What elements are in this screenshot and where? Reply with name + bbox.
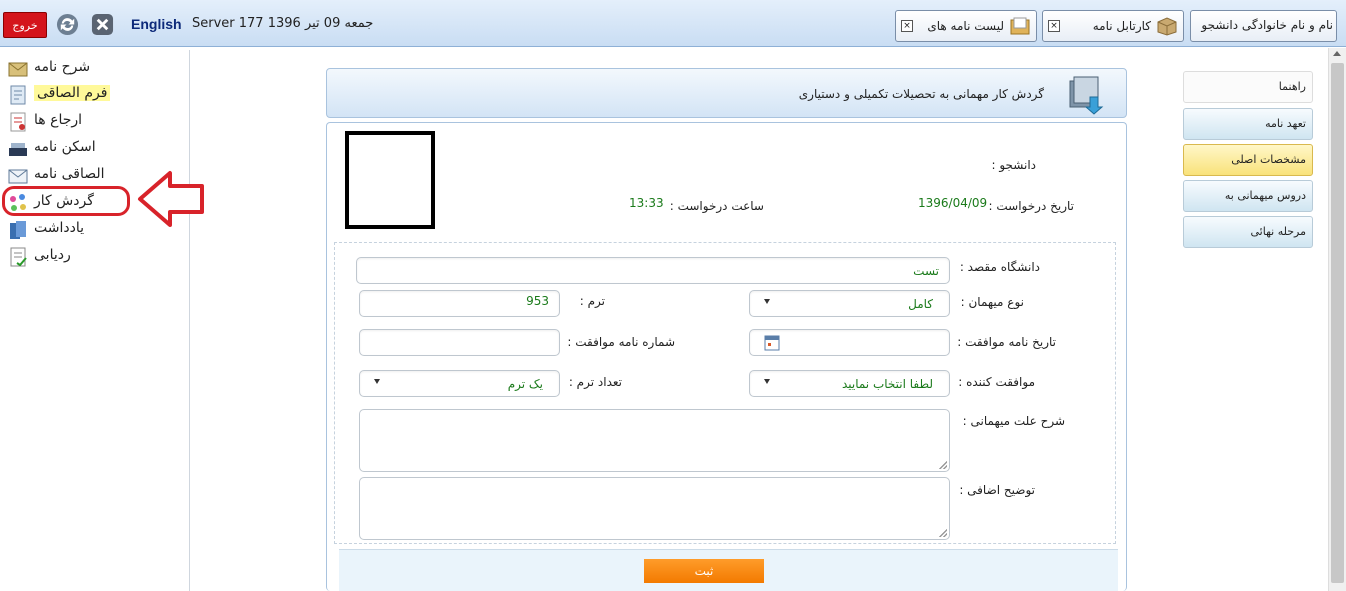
resize-grip-icon[interactable] <box>939 529 947 537</box>
student-label: دانشجو : <box>991 158 1036 172</box>
term-count-label: تعداد ترم : <box>568 375 622 389</box>
folder-icon <box>1010 17 1030 35</box>
envelope-icon <box>8 169 28 184</box>
sidebar-item-scan[interactable]: اسکن نامه <box>6 136 186 160</box>
approver-select[interactable]: لطفا انتخاب نمایید <box>749 370 950 397</box>
term-count-select[interactable]: یک ترم <box>359 370 560 397</box>
notes-icon <box>10 221 26 239</box>
approval-number-input[interactable] <box>359 329 560 356</box>
scanner-icon <box>9 143 27 156</box>
refresh-icon[interactable] <box>56 13 79 36</box>
guest-type-label: نوع میهمان : <box>960 295 1024 309</box>
tab-student-name[interactable]: نام و نام خانوادگی دانشجو <box>1190 10 1337 42</box>
sidebar-item-label: فرم الصاقی <box>34 85 111 101</box>
term-input[interactable]: 953 <box>359 290 560 317</box>
form-icon <box>10 85 26 105</box>
annotation-circle <box>2 186 130 216</box>
term-label: ترم : <box>579 294 605 308</box>
request-date-value: 1396/04/09 <box>918 196 988 210</box>
student-photo <box>345 131 435 229</box>
form-header: گردش کار مهمانی به تحصیلات تکمیلی و دستی… <box>326 68 1127 118</box>
sidebar-item-tracking[interactable]: ردیابی <box>6 244 186 268</box>
scrollbar-thumb[interactable] <box>1331 63 1344 583</box>
sidebar-item-label: شرح نامه <box>34 59 91 75</box>
box-icon <box>1157 17 1177 36</box>
sidebar-item-label: ارجاع ها <box>34 112 83 128</box>
approval-date-input[interactable] <box>749 329 950 356</box>
tab-guest-courses[interactable]: دروس میهمانی به <box>1183 180 1313 212</box>
sidebar-item-label: ردیابی <box>34 247 71 263</box>
tab-close-icon[interactable]: × <box>901 20 913 32</box>
tab-label: لیست نامه های <box>927 19 1004 33</box>
calendar-icon[interactable] <box>764 334 780 351</box>
reason-label: شرح علت میهمانی : <box>962 414 1065 428</box>
tab-letters-list[interactable]: × لیست نامه های <box>895 10 1037 42</box>
tracking-icon <box>10 247 27 267</box>
chevron-down-icon <box>374 379 380 384</box>
tab-main-info[interactable]: مشخصات اصلی <box>1183 144 1313 176</box>
referral-icon <box>10 112 26 132</box>
chevron-down-icon <box>764 299 770 304</box>
sidebar-item-label: یادداشت <box>34 220 84 236</box>
tab-commitment[interactable]: تعهد نامه <box>1183 108 1313 140</box>
tab-label: کارتابل نامه <box>1092 19 1151 33</box>
tab-cartable[interactable]: × کارتابل نامه <box>1042 10 1184 42</box>
letter-icon <box>8 62 28 77</box>
exit-button[interactable]: خروج <box>3 12 47 38</box>
approval-date-label: تاریخ نامه موافقت : <box>957 335 1056 349</box>
request-time-label: ساعت درخواست : <box>669 199 764 213</box>
sidebar-item-letter-desc[interactable]: شرح نامه <box>6 56 186 80</box>
tab-guide[interactable]: راهنما <box>1183 71 1313 103</box>
annotation-arrow-icon <box>138 171 204 227</box>
page-title: گردش کار مهمانی به تحصیلات تکمیلی و دستی… <box>798 87 1044 101</box>
resize-grip-icon[interactable] <box>939 461 947 469</box>
request-date-label: تاریخ درخواست : <box>988 199 1074 213</box>
reason-textarea[interactable] <box>359 409 950 472</box>
sidebar-item-referrals[interactable]: ارجاع ها <box>6 109 186 133</box>
request-time-value: 13:33 <box>629 196 664 210</box>
chevron-down-icon <box>764 379 770 384</box>
approver-label: موافقت کننده : <box>958 375 1035 389</box>
extra-desc-label: توضیح اضافی : <box>959 483 1035 497</box>
dest-university-input[interactable]: تست <box>356 257 950 284</box>
close-icon[interactable] <box>91 13 114 36</box>
sidebar-item-attached-form[interactable]: فرم الصاقی <box>6 82 186 106</box>
workflow-document-icon <box>1069 76 1104 115</box>
guest-type-select[interactable]: کامل <box>749 290 950 317</box>
extra-desc-textarea[interactable] <box>359 477 950 540</box>
tab-close-icon[interactable]: × <box>1048 20 1060 32</box>
approval-number-label: شماره نامه موافقت : <box>567 335 675 349</box>
language-link[interactable]: English <box>131 16 182 32</box>
tab-final-stage[interactable]: مرحله نهائی <box>1183 216 1313 248</box>
sidebar-item-label: الصاقی نامه <box>34 166 105 182</box>
server-date-info: Server 177 1396 جمعه 09 تیر <box>192 16 374 31</box>
sidebar-item-label: اسکن نامه <box>34 139 96 155</box>
scroll-up-icon[interactable] <box>1333 51 1341 56</box>
submit-button[interactable]: ثبت <box>644 559 764 583</box>
dest-university-label: دانشگاه مقصد : <box>959 260 1040 274</box>
